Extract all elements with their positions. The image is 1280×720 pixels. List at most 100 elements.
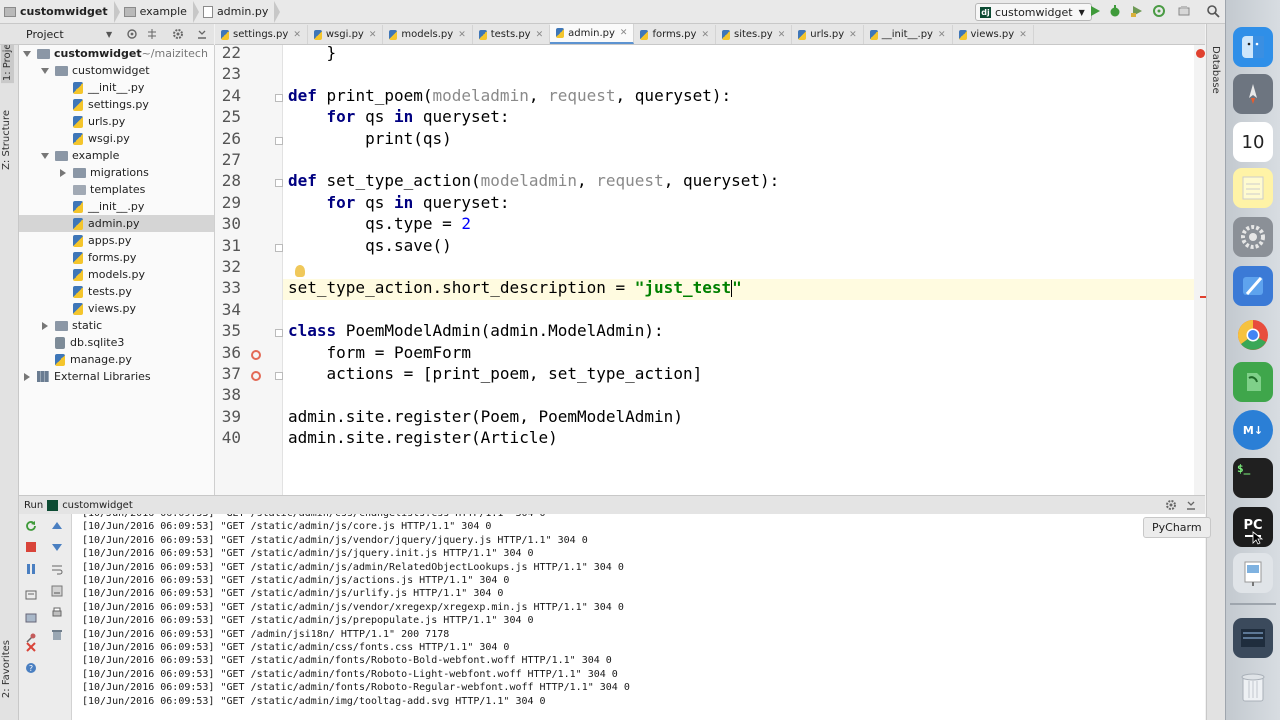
search-icon[interactable] [1206,4,1220,18]
chrome-icon[interactable] [1233,315,1273,355]
pause-icon[interactable] [25,563,37,575]
tree-item[interactable]: customwidget ~/maizitech [19,45,214,62]
notes-icon[interactable] [1233,168,1273,208]
launchpad-icon[interactable] [1233,74,1273,114]
tree-item[interactable]: __init__.py [19,198,214,215]
editor-tab[interactable]: views.py ✕ [953,25,1034,44]
stop-icon[interactable] [25,541,37,553]
breadcrumb-project[interactable]: customwidget [0,0,114,23]
gear-icon[interactable] [172,28,184,40]
tree-item[interactable]: manage.py [19,351,214,368]
scroll-from-source-icon[interactable] [126,28,138,40]
tree-item[interactable]: settings.py [19,96,214,113]
gear-icon[interactable] [1165,499,1177,511]
run-config-tab[interactable]: customwidget [62,500,133,511]
help-icon[interactable]: ? [25,662,37,674]
structure-tool-button[interactable]: Z: Structure [1,110,12,170]
close-tab-icon[interactable]: ✕ [458,30,466,40]
override-marker-icon[interactable] [251,371,261,381]
fold-marker-icon[interactable] [275,136,283,145]
system-preferences-icon[interactable] [1233,217,1273,257]
editor-scrollbar[interactable] [1194,45,1205,495]
settings-icon[interactable] [25,612,37,624]
editor-tab[interactable]: forms.py ✕ [634,25,716,44]
scroll-up-icon[interactable] [51,520,63,532]
hide-panel-icon[interactable] [196,28,208,40]
close-tab-icon[interactable]: ✕ [778,30,786,40]
override-marker-icon[interactable] [251,349,261,360]
fold-marker-icon[interactable] [275,179,283,188]
close-icon[interactable] [25,641,37,653]
clear-all-icon[interactable] [51,629,63,641]
print-icon[interactable] [51,607,63,619]
scroll-to-end-icon[interactable] [51,585,63,597]
collapse-arrow-icon[interactable] [60,168,66,177]
tree-item[interactable]: tests.py [19,283,214,300]
calendar-icon[interactable]: 10 [1233,122,1273,162]
tree-item[interactable]: External Libraries [19,368,214,385]
tree-item[interactable]: models.py [19,266,214,283]
tree-item[interactable]: example [19,147,214,164]
preview-icon[interactable] [1233,553,1273,593]
code-editor[interactable]: } def print_poem(modeladmin, request, que… [283,43,1203,495]
tree-item[interactable]: urls.py [19,113,214,130]
tree-item[interactable]: views.py [19,300,214,317]
editor-tab[interactable]: urls.py ✕ [792,25,864,44]
collapse-arrow-icon[interactable] [42,321,48,330]
xcode-icon[interactable] [1233,266,1273,306]
database-tool-button[interactable]: Database [1210,46,1221,94]
vcs-icon[interactable] [1177,4,1191,18]
run-console[interactable]: [10/Jun/2016 06:09:53] "GET /static/admi… [72,514,1205,720]
chevron-down-icon[interactable]: ▼ [106,30,112,39]
tree-item[interactable]: __init__.py [19,79,214,96]
expand-arrow-icon[interactable] [41,67,49,74]
close-tab-icon[interactable]: ✕ [536,30,544,40]
editor-tab[interactable]: sites.py ✕ [716,25,793,44]
run-configuration-selector[interactable]: dj customwidget ▼ [975,3,1092,21]
soft-wrap-icon[interactable] [51,563,63,575]
run-icon[interactable] [1088,4,1102,18]
editor-tab[interactable]: models.py ✕ [383,25,473,44]
breadcrumb-example[interactable]: example [120,0,193,23]
downloads-stack-icon[interactable] [1233,618,1273,658]
close-tab-icon[interactable]: ✕ [849,30,857,40]
project-view-selector[interactable]: Project [26,28,64,41]
close-tab-icon[interactable]: ✕ [1019,30,1027,40]
tree-item[interactable]: static [19,317,214,334]
editor-tab[interactable]: settings.py ✕ [215,25,308,44]
tree-item[interactable]: apps.py [19,232,214,249]
expand-arrow-icon[interactable] [23,50,31,57]
editor-tab[interactable]: admin.py ✕ [550,24,635,44]
favorites-tool-button[interactable]: 2: Favorites [1,640,12,698]
tree-item[interactable]: db.sqlite3 [19,334,214,351]
markdown-editor-icon[interactable]: M↓ [1233,410,1273,450]
tree-item[interactable]: templates [19,181,214,198]
scroll-down-icon[interactable] [51,541,63,553]
evernote-icon[interactable] [1233,362,1273,402]
editor-tab[interactable]: tests.py ✕ [473,25,551,44]
tree-item[interactable]: migrations [19,164,214,181]
profile-icon[interactable] [1152,4,1166,18]
breadcrumb-admin-py[interactable]: admin.py [199,0,274,23]
fold-marker-icon[interactable] [275,243,283,252]
fold-marker-icon[interactable] [275,372,283,380]
close-tab-icon[interactable]: ✕ [369,30,377,40]
intention-bulb-icon[interactable] [295,265,305,277]
fold-marker-icon[interactable] [275,329,283,338]
debug-icon[interactable] [1108,4,1122,18]
tree-item[interactable]: wsgi.py [19,130,214,147]
editor-tab[interactable]: wsgi.py ✕ [308,25,384,44]
close-tab-icon[interactable]: ✕ [701,30,709,40]
expand-arrow-icon[interactable] [41,152,49,159]
collapse-arrow-icon[interactable] [24,372,30,381]
tree-item[interactable]: forms.py [19,249,214,266]
editor-tab[interactable]: __init__.py ✕ [864,25,953,44]
finder-icon[interactable] [1233,27,1273,67]
tree-item[interactable]: customwidget [19,62,214,79]
rerun-icon[interactable] [25,520,37,532]
dump-threads-icon[interactable] [25,589,37,601]
close-tab-icon[interactable]: ✕ [938,30,946,40]
coverage-icon[interactable] [1130,4,1144,18]
close-tab-icon[interactable]: ✕ [293,30,301,40]
terminal-icon[interactable]: $_ [1233,458,1273,498]
